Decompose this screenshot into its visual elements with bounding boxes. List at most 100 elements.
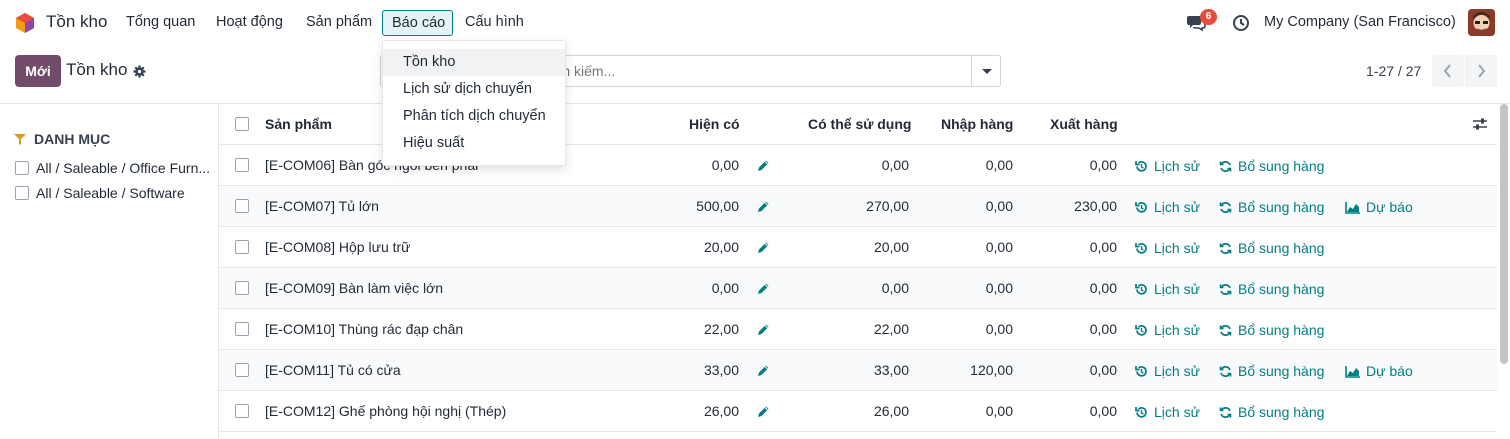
gear-icon[interactable] (133, 65, 146, 78)
history-label: Lịch sử (1154, 199, 1200, 215)
report-menu-item-performance[interactable]: Hiệu suất (383, 130, 565, 157)
select-all-checkbox[interactable] (235, 117, 249, 131)
user-avatar[interactable] (1468, 9, 1495, 36)
replenish-button[interactable]: Bổ sung hàng (1219, 281, 1324, 297)
incoming-qty: 0,00 (985, 239, 1013, 255)
column-header-incoming[interactable]: Nhập hàng (941, 116, 1013, 132)
chevron-left-icon (1443, 64, 1451, 78)
menu-reporting[interactable]: Báo cáo (382, 10, 453, 36)
history-label: Lịch sử (1154, 363, 1200, 379)
replenish-label: Bổ sung hàng (1238, 240, 1325, 256)
category-office-furniture[interactable]: All / Saleable / Office Furn... (15, 160, 210, 176)
app-name[interactable]: Tồn kho (46, 12, 107, 32)
on-hand-qty: 0,00 (711, 157, 739, 173)
row-checkbox[interactable] (235, 322, 249, 336)
replenish-label: Bổ sung hàng (1238, 281, 1325, 297)
history-label: Lịch sử (1154, 158, 1200, 174)
company-switcher[interactable]: My Company (San Francisco) (1264, 14, 1456, 30)
report-menu-item-moves-history[interactable]: Lịch sử dịch chuyển (383, 76, 565, 103)
column-header-product[interactable]: Sản phẩm (265, 116, 332, 132)
replenish-button[interactable]: Bổ sung hàng (1219, 240, 1324, 256)
product-name[interactable]: [E-COM12] Ghế phòng hội nghị (Thép) (265, 403, 506, 419)
edit-pencil-icon[interactable] (757, 364, 770, 377)
forecast-label: Dự báo (1366, 363, 1413, 379)
inventory-logo-icon[interactable] (14, 12, 36, 34)
row-checkbox[interactable] (235, 404, 249, 418)
category-label: All / Saleable / Office Furn... (36, 160, 211, 176)
menu-operations[interactable]: Hoạt động (216, 14, 283, 30)
pager-value[interactable]: 1-27 / 27 (1366, 63, 1421, 79)
history-button[interactable]: Lịch sử (1135, 363, 1200, 379)
edit-pencil-icon[interactable] (757, 159, 770, 172)
row-checkbox[interactable] (235, 363, 249, 377)
edit-pencil-icon[interactable] (757, 200, 770, 213)
refresh-icon (1219, 202, 1232, 213)
row-checkbox[interactable] (235, 281, 249, 295)
reporting-dropdown-menu: Tồn kho Lịch sử dịch chuyển Phân tích dị… (382, 40, 566, 166)
report-menu-item-stock[interactable]: Tồn kho (383, 49, 565, 76)
new-button[interactable]: Mới (15, 55, 61, 87)
forecast-button[interactable]: Dự báo (1345, 363, 1413, 379)
category-software[interactable]: All / Saleable / Software (15, 185, 185, 201)
vertical-scrollbar[interactable] (1500, 104, 1508, 364)
history-icon (1135, 366, 1147, 377)
replenish-button[interactable]: Bổ sung hàng (1219, 322, 1324, 338)
edit-pencil-icon[interactable] (757, 282, 770, 295)
history-icon (1135, 284, 1147, 295)
replenish-label: Bổ sung hàng (1238, 404, 1325, 420)
history-label: Lịch sử (1154, 240, 1200, 256)
product-name[interactable]: [E-COM11] Tủ có cửa (265, 362, 401, 378)
row-checkbox[interactable] (235, 158, 249, 172)
replenish-button[interactable]: Bổ sung hàng (1219, 404, 1324, 420)
history-icon (1135, 325, 1147, 336)
product-name[interactable]: [E-COM09] Bàn làm việc lớn (265, 280, 443, 296)
on-hand-qty: 20,00 (703, 239, 739, 255)
replenish-button[interactable]: Bổ sung hàng (1219, 363, 1324, 379)
forecast-label: Dự báo (1366, 199, 1413, 215)
incoming-qty: 0,00 (985, 157, 1013, 173)
row-checkbox[interactable] (235, 240, 249, 254)
replenish-button[interactable]: Bổ sung hàng (1219, 158, 1324, 174)
pager-previous-button[interactable] (1432, 55, 1464, 87)
history-button[interactable]: Lịch sử (1135, 158, 1200, 174)
outgoing-qty: 0,00 (1089, 362, 1117, 378)
row-checkbox[interactable] (235, 199, 249, 213)
product-name[interactable]: [E-COM08] Hộp lưu trữ (265, 239, 411, 255)
menu-configuration[interactable]: Cấu hình (465, 14, 524, 30)
history-button[interactable]: Lịch sử (1135, 199, 1200, 215)
menu-overview[interactable]: Tổng quan (126, 14, 195, 30)
clock-icon[interactable] (1232, 14, 1250, 32)
replenish-label: Bổ sung hàng (1238, 199, 1325, 215)
incoming-qty: 120,00 (970, 362, 1013, 378)
menu-products[interactable]: Sản phẩm (306, 14, 372, 30)
product-name[interactable]: [E-COM10] Thùng rác đạp chân (265, 321, 463, 337)
column-settings-icon[interactable] (1473, 117, 1487, 131)
refresh-icon (1219, 161, 1232, 172)
column-header-available[interactable]: Có thể sử dụng (808, 116, 911, 132)
history-button[interactable]: Lịch sử (1135, 404, 1200, 420)
area-chart-icon (1345, 202, 1360, 214)
replenish-button[interactable]: Bổ sung hàng (1219, 199, 1324, 215)
available-qty: 270,00 (866, 198, 909, 214)
edit-pencil-icon[interactable] (757, 323, 770, 336)
edit-pencil-icon[interactable] (757, 405, 770, 418)
on-hand-qty: 26,00 (703, 403, 739, 419)
search-options-toggle[interactable] (971, 56, 1001, 86)
category-checkbox[interactable] (15, 161, 29, 175)
replenish-label: Bổ sung hàng (1238, 363, 1325, 379)
column-header-outgoing[interactable]: Xuất hàng (1050, 116, 1118, 132)
column-header-on-hand[interactable]: Hiện có (689, 116, 740, 132)
outgoing-qty: 230,00 (1074, 198, 1117, 214)
available-qty: 22,00 (873, 321, 909, 337)
history-icon (1135, 202, 1147, 213)
forecast-button[interactable]: Dự báo (1345, 199, 1413, 215)
product-name[interactable]: [E-COM07] Tủ lớn (265, 198, 379, 214)
edit-pencil-icon[interactable] (757, 241, 770, 254)
pager-next-button[interactable] (1465, 55, 1497, 87)
report-menu-item-moves-analysis[interactable]: Phân tích dịch chuyển (383, 103, 565, 130)
history-button[interactable]: Lịch sử (1135, 281, 1200, 297)
history-button[interactable]: Lịch sử (1135, 322, 1200, 338)
category-checkbox[interactable] (15, 186, 29, 200)
history-button[interactable]: Lịch sử (1135, 240, 1200, 256)
refresh-icon (1219, 325, 1232, 336)
